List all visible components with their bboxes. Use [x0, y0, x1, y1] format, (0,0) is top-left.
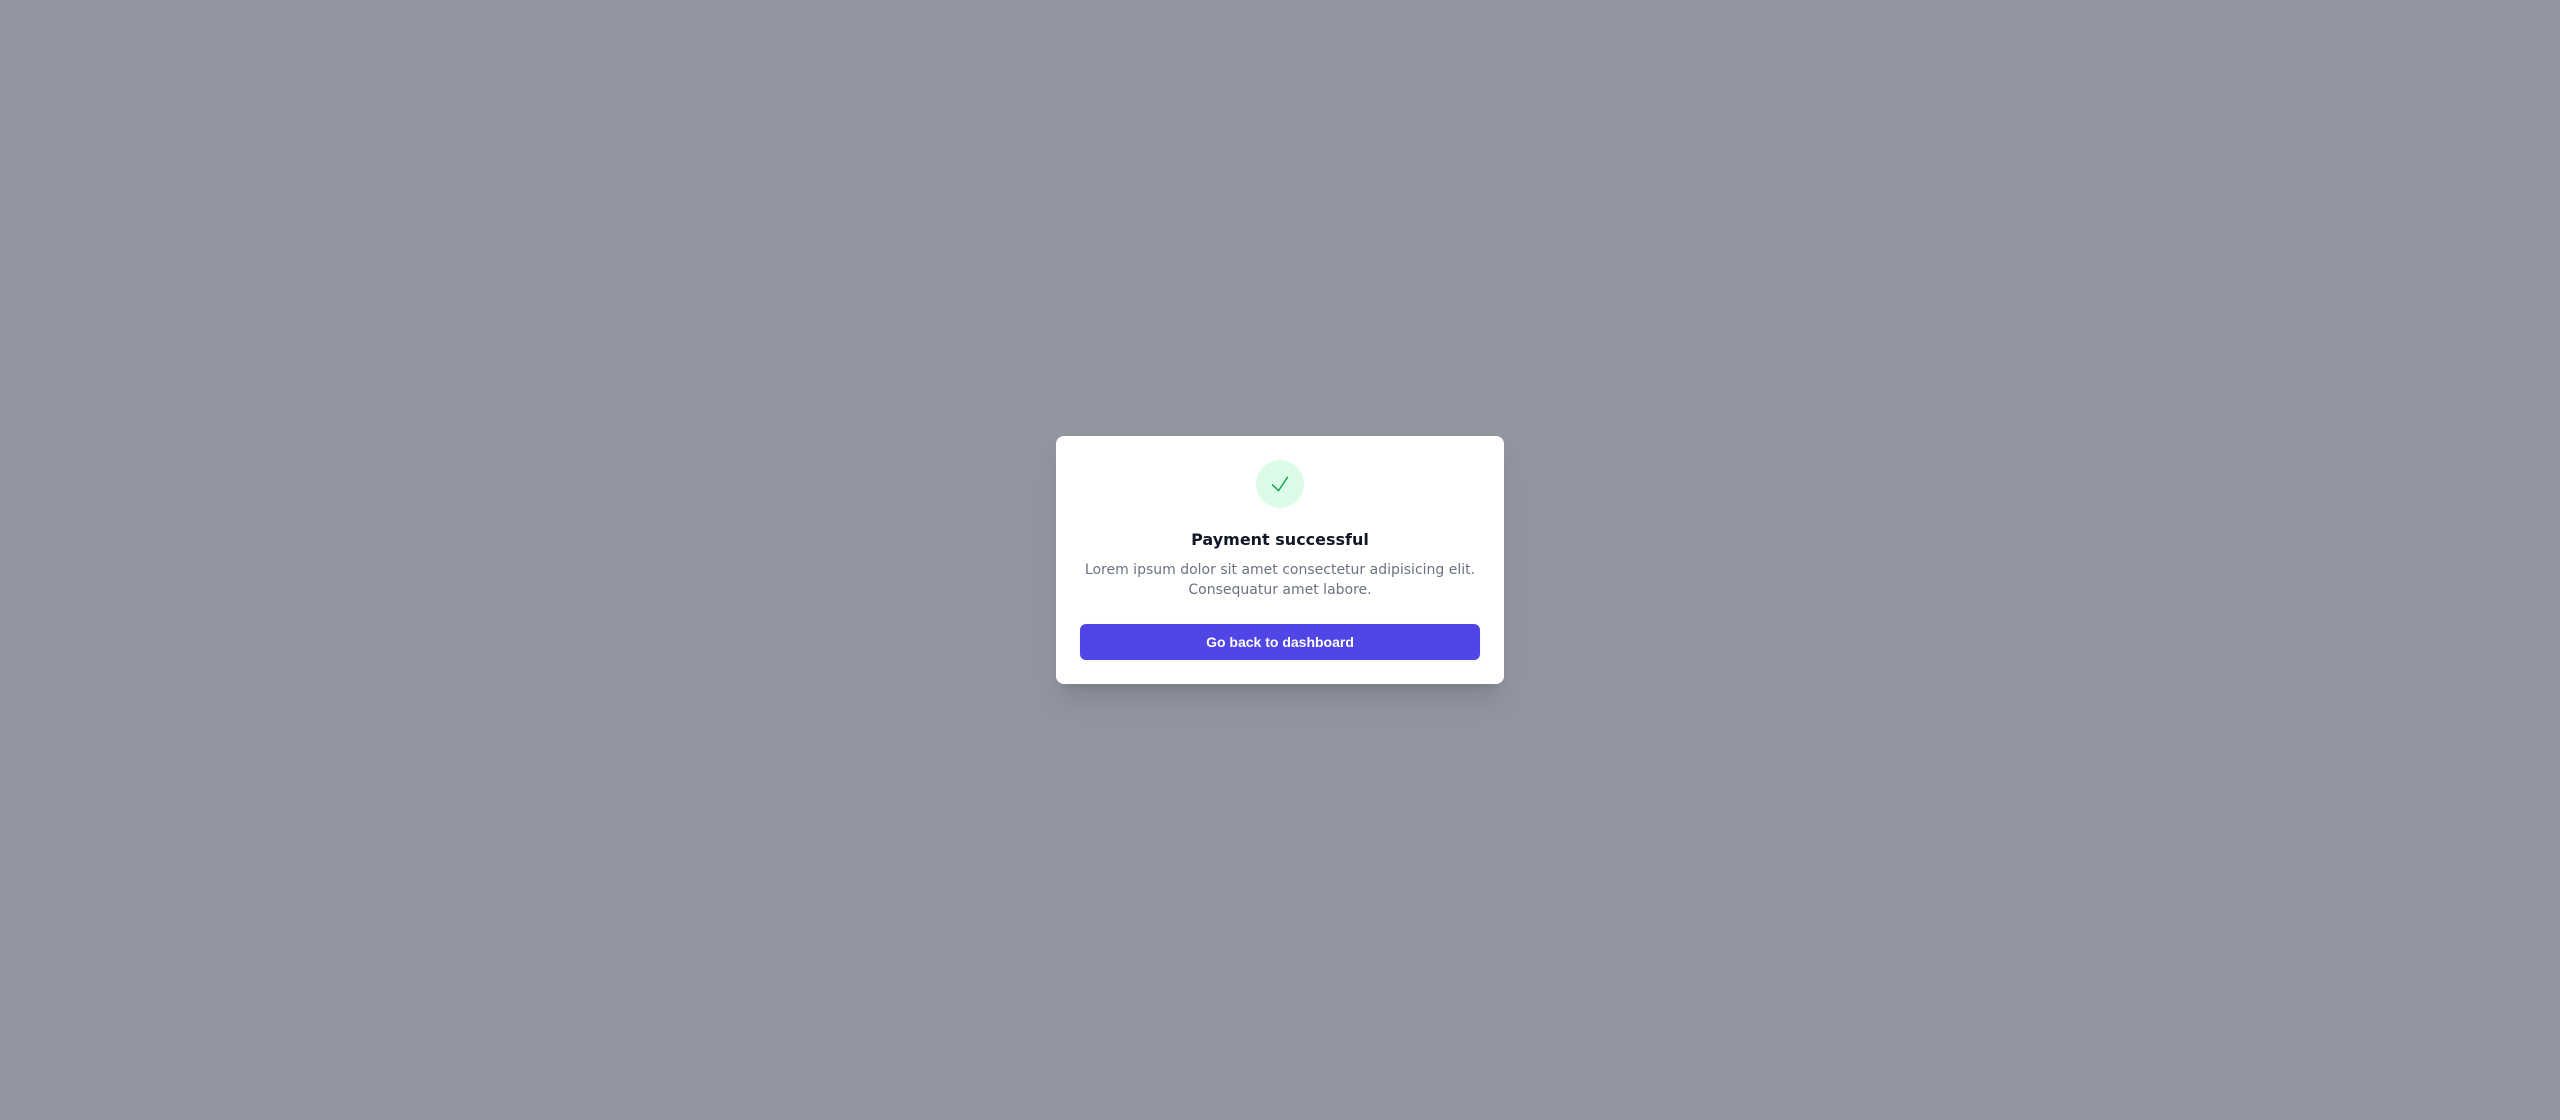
dialog-content: Payment successful Lorem ipsum dolor sit…	[1080, 460, 1480, 600]
go-back-to-dashboard-button[interactable]: Go back to dashboard	[1080, 624, 1480, 660]
check-icon	[1268, 472, 1292, 496]
success-icon-wrapper	[1256, 460, 1304, 508]
dialog-description: Lorem ipsum dolor sit amet consectetur a…	[1080, 560, 1480, 600]
dialog-panel: Payment successful Lorem ipsum dolor sit…	[1056, 436, 1504, 684]
dialog-text-content: Payment successful Lorem ipsum dolor sit…	[1080, 528, 1480, 600]
dialog-actions: Go back to dashboard	[1080, 624, 1480, 660]
dialog-container: Payment successful Lorem ipsum dolor sit…	[0, 0, 2560, 1120]
dialog-title: Payment successful	[1080, 528, 1480, 552]
dialog-description-wrapper: Lorem ipsum dolor sit amet consectetur a…	[1080, 560, 1480, 600]
